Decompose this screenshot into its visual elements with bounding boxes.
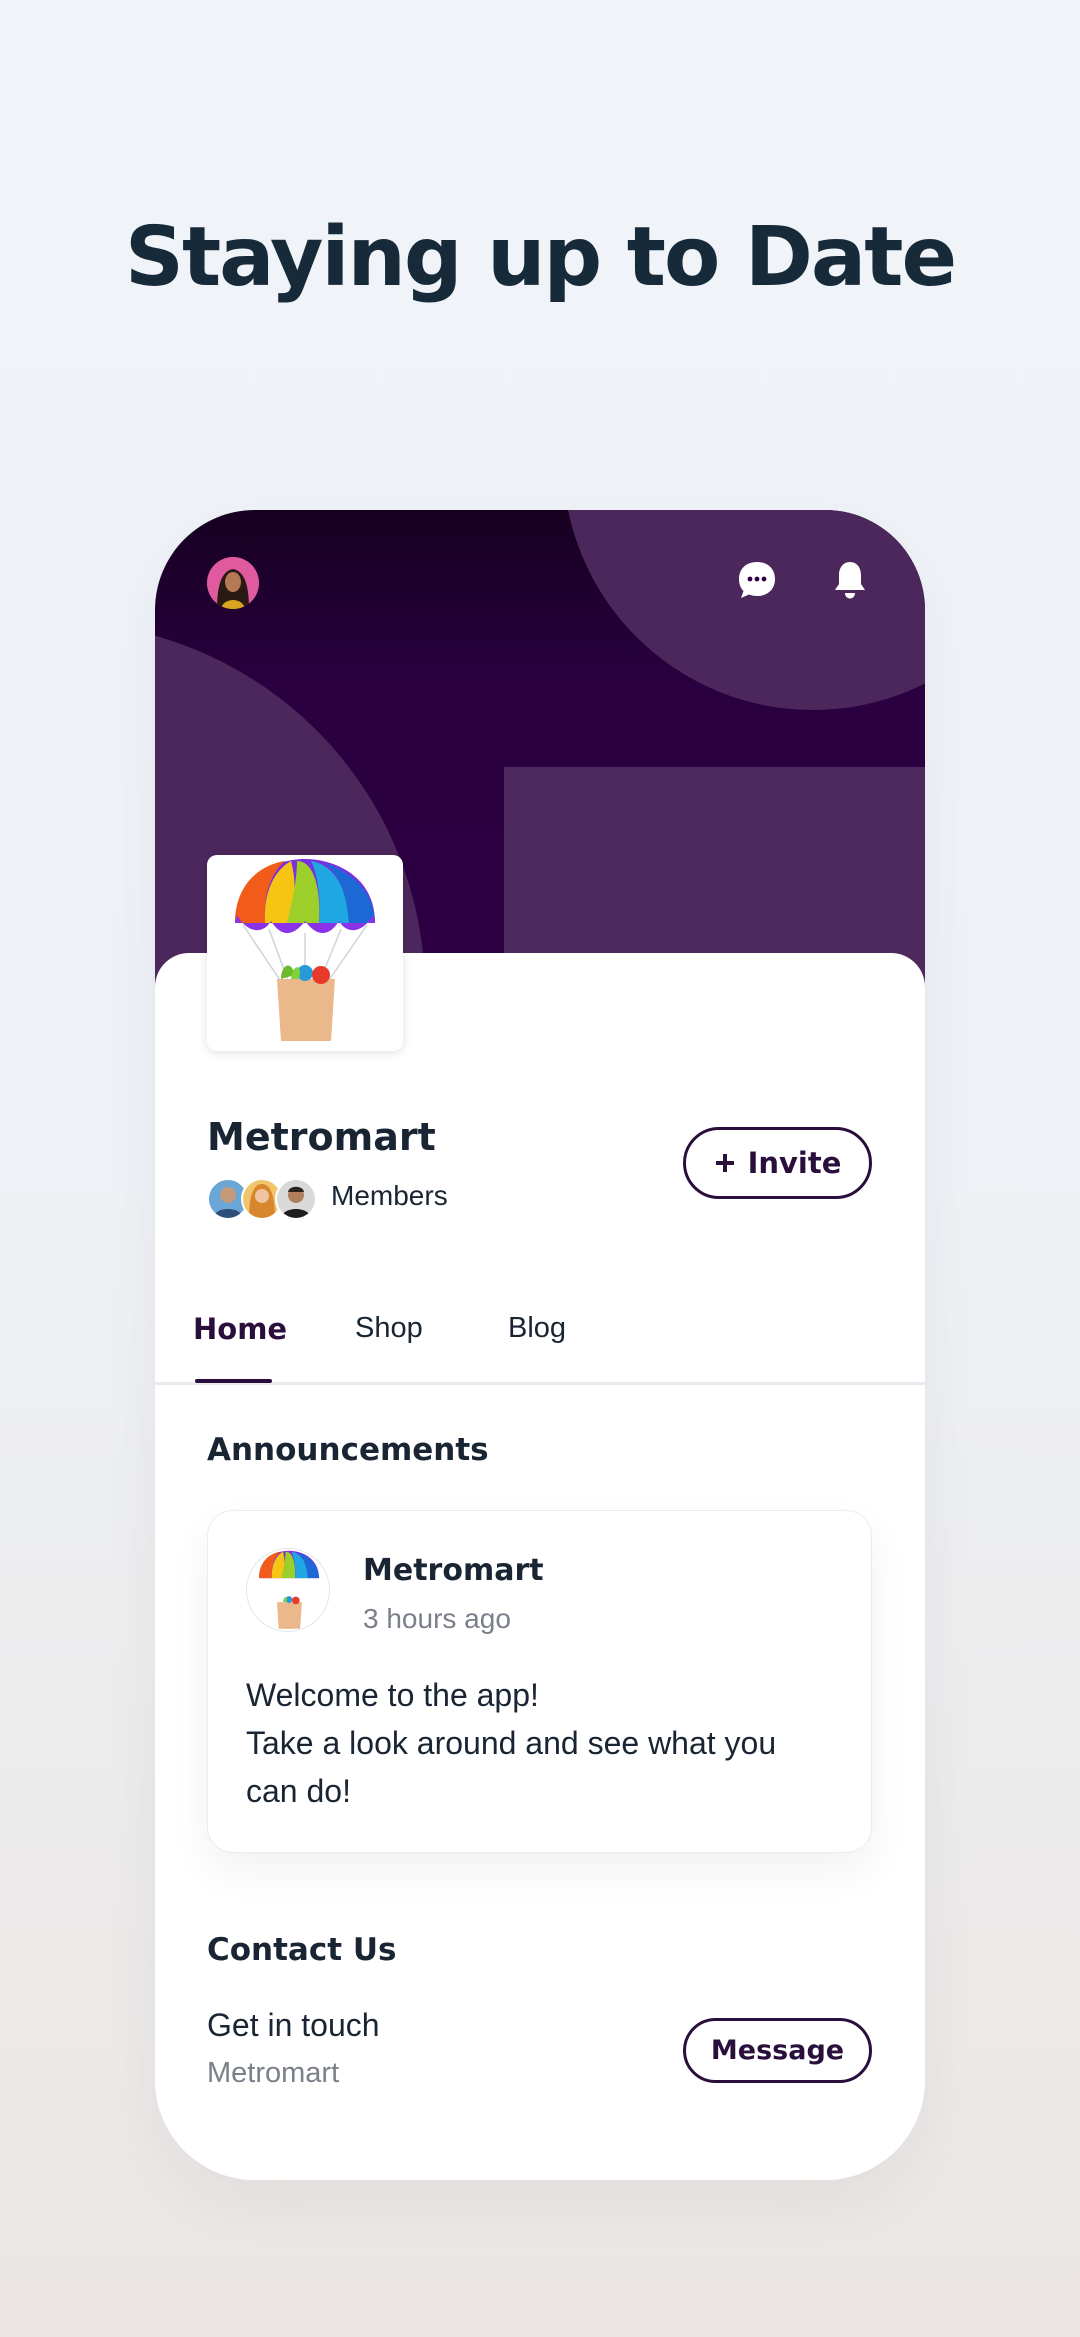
parachute-logo [259, 1550, 319, 1629]
members-label[interactable]: Members [331, 1180, 448, 1212]
post-author: Metromart [363, 1553, 544, 1588]
tab-home[interactable]: Home [193, 1312, 287, 1346]
invite-label: Invite [747, 1146, 842, 1180]
contact-title: Contact Us [207, 1932, 397, 1968]
chat-bubble-icon[interactable] [735, 558, 779, 602]
post-body: Welcome to the app! Take a look around a… [246, 1671, 776, 1815]
member-avatars[interactable] [207, 1178, 317, 1220]
tab-bar: Home Shop Blog [155, 1300, 925, 1385]
announcements-title: Announcements [207, 1432, 489, 1468]
contact-subtitle: Get in touch [207, 2007, 380, 2043]
post-body-line: can do! [246, 1773, 351, 1809]
active-tab-indicator [195, 1379, 272, 1383]
parachute-logo [235, 859, 375, 1041]
post-body-line: Take a look around and see what you [246, 1725, 777, 1761]
message-button[interactable]: Message [683, 2018, 872, 2083]
announcement-post[interactable]: Metromart 3 hours ago Welcome to the app… [207, 1510, 872, 1853]
post-timestamp: 3 hours ago [363, 1603, 511, 1634]
tab-blog[interactable]: Blog [508, 1312, 566, 1345]
bell-icon[interactable] [828, 558, 872, 602]
group-name: Metromart [207, 1115, 436, 1159]
tab-shop[interactable]: Shop [355, 1312, 423, 1345]
member-avatar [275, 1178, 317, 1220]
post-body-line: Welcome to the app! [246, 1677, 539, 1713]
group-logo [207, 855, 403, 1051]
profile-avatar[interactable] [207, 557, 259, 609]
phone-frame: Metromart Members Invite Home Shop Blog … [155, 510, 925, 2180]
plus-icon [715, 1154, 734, 1172]
headline: Staying up to Date [124, 210, 957, 305]
post-author-avatar [246, 1548, 330, 1632]
invite-button[interactable]: Invite [683, 1127, 872, 1199]
contact-business-name: Metromart [207, 2057, 340, 2089]
message-label: Message [710, 2035, 845, 2066]
cover-shape-circle [563, 510, 925, 710]
